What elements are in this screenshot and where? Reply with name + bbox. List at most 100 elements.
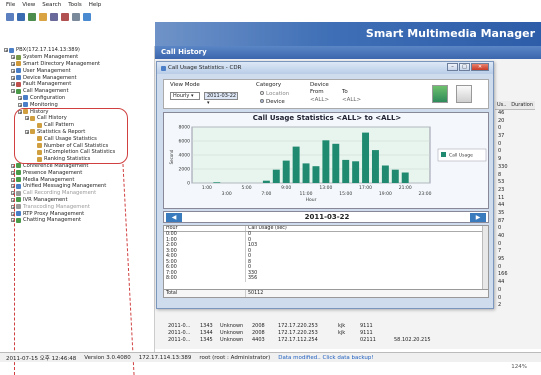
- duration-cell: 0: [498, 140, 502, 147]
- minimize-button[interactable]: –: [447, 63, 458, 71]
- menu-item-tools[interactable]: Tools: [68, 2, 82, 8]
- report-icon[interactable]: [61, 13, 69, 21]
- x-tick-label: 19:00: [379, 191, 392, 197]
- bar: [282, 160, 290, 183]
- table-cell: 9111: [360, 329, 373, 336]
- tree-item[interactable]: + Device Management: [0, 74, 154, 81]
- duration-cell: 330: [498, 163, 508, 170]
- duration-cell: 0: [498, 240, 502, 247]
- x-tick-label: 3:00: [222, 191, 232, 197]
- duration-cell: 11: [498, 194, 505, 201]
- open-icon[interactable]: [6, 13, 14, 21]
- bar: [302, 163, 310, 183]
- expand-toggle-icon[interactable]: +: [11, 55, 15, 60]
- help-icon[interactable]: [83, 13, 91, 21]
- next-date-button[interactable]: ▶: [470, 213, 486, 222]
- folder-icon: [23, 102, 28, 108]
- tree-item[interactable]: + System Management: [0, 54, 154, 61]
- tree-item[interactable]: + Call Management: [0, 88, 154, 95]
- menu-item-view[interactable]: View: [22, 2, 35, 8]
- bar: [272, 169, 280, 183]
- duration-cell: 166: [498, 271, 508, 278]
- tree-item[interactable]: + User Management: [0, 67, 154, 74]
- tree-item-label: Smart Directory Management: [23, 60, 101, 67]
- tree-item[interactable]: + Fault Management: [0, 81, 154, 88]
- tree-item-label: Monitoring: [30, 101, 58, 108]
- duration-column: Us.. Duration 46 20 0 37 0 0 9 330 8 53 23 11 44 35 87…: [495, 101, 535, 310]
- from-field[interactable]: <ALL>: [310, 97, 329, 103]
- maximize-button[interactable]: □: [459, 63, 470, 71]
- status-note[interactable]: Data modified.. Click data backup!: [278, 355, 373, 361]
- app-title-banner: Smart Multimedia Manager: [155, 22, 541, 46]
- save-icon[interactable]: [17, 13, 25, 21]
- tree-item[interactable]: + Unified Messaging Management: [0, 183, 154, 190]
- settings-icon[interactable]: [72, 13, 80, 21]
- search-icon[interactable]: [50, 13, 58, 21]
- tree-item[interactable]: + RTP Proxy Management: [0, 210, 154, 217]
- expand-toggle-icon[interactable]: +: [11, 68, 15, 73]
- expand-toggle-icon[interactable]: +: [11, 89, 15, 94]
- expand-toggle-icon[interactable]: +: [18, 102, 22, 107]
- duration-cell: 2: [498, 302, 502, 309]
- expand-toggle-icon[interactable]: +: [4, 48, 8, 53]
- menu-item-help[interactable]: Help: [89, 2, 102, 8]
- usage-table: Hour Call Usage (sec) 0:00 0 1:00 0 2:00 103 3…: [163, 225, 489, 298]
- duration-cell: 44: [498, 279, 505, 286]
- table-cell: 1345: [200, 336, 213, 343]
- print-report-button[interactable]: [456, 85, 472, 103]
- table-scrollbar[interactable]: [482, 226, 488, 290]
- tree-item[interactable]: + Presence Management: [0, 169, 154, 176]
- bar: [213, 182, 221, 183]
- column-header-duration[interactable]: Duration: [511, 102, 533, 108]
- table-row[interactable]: 8:00 356: [164, 276, 488, 282]
- table-row[interactable]: 2011-0... 1345 Unknown 4403 172.17.112.254 02…: [168, 336, 498, 343]
- menu-item-search[interactable]: Search: [42, 2, 61, 8]
- y-tick-label: 2000: [179, 167, 191, 173]
- close-button[interactable]: ✕: [471, 63, 489, 71]
- highlight-outline: [14, 108, 128, 164]
- column-header-usage[interactable]: Call Usage (sec): [246, 226, 472, 231]
- usage-cell: 356: [248, 276, 258, 281]
- tree-item-label: Call Management: [23, 88, 69, 95]
- y-tick-label: 6000: [179, 139, 191, 145]
- tree-item[interactable]: + Transcoding Management: [0, 203, 154, 210]
- refresh-icon[interactable]: [28, 13, 36, 21]
- tree-item[interactable]: + Chatting Management: [0, 217, 154, 224]
- table-row[interactable]: 2011-0... 1344 Unknown 2008 172.17.220.253 kj…: [168, 329, 498, 336]
- tree-item[interactable]: + PBX(172.17.114.13:389): [0, 47, 154, 54]
- date-navigator: ◀ 2011-03-22 ▶: [163, 211, 489, 223]
- zoom-level[interactable]: 124%: [511, 364, 527, 370]
- export-excel-button[interactable]: [432, 85, 448, 103]
- table-row[interactable]: 2011-0... 1343 Unknown 2008 172.17.220.253 kj…: [168, 322, 498, 329]
- tree-item[interactable]: + Smart Directory Management: [0, 61, 154, 68]
- device-radio[interactable]: Device: [260, 99, 285, 105]
- x-tick-label: 9:00: [281, 185, 291, 191]
- folder-icon: [16, 88, 21, 94]
- tree-item[interactable]: + Configuration: [0, 95, 154, 102]
- tree-item[interactable]: + Call Recording Management: [0, 190, 154, 197]
- tree-item[interactable]: + Media Management: [0, 176, 154, 183]
- expand-toggle-icon[interactable]: +: [11, 75, 15, 80]
- expand-toggle-icon[interactable]: +: [11, 82, 15, 87]
- location-radio[interactable]: Location: [260, 91, 289, 97]
- date-picker[interactable]: 2011-03-22 ▾: [204, 92, 238, 106]
- tree-item-label: Chatting Management: [23, 217, 81, 224]
- to-field[interactable]: <ALL>: [342, 97, 361, 103]
- folder-icon: [16, 197, 21, 203]
- duration-cell: 53: [498, 179, 505, 186]
- dialog-title-bar: Call Usage Statistics - CDR: [157, 62, 493, 74]
- expand-toggle-icon[interactable]: +: [18, 95, 22, 100]
- expand-toggle-icon[interactable]: +: [11, 61, 15, 66]
- view-mode-select[interactable]: Hourly ▾: [170, 92, 200, 100]
- chart-icon: [161, 65, 166, 71]
- x-tick-label: 17:00: [359, 185, 372, 191]
- table-cell: 2008: [252, 322, 265, 329]
- tree-item[interactable]: + IVR Management: [0, 197, 154, 204]
- radio-selected-icon: [260, 99, 264, 103]
- user-icon[interactable]: [39, 13, 47, 21]
- menu-item-file[interactable]: File: [6, 2, 15, 8]
- tree-item-label: Fault Management: [23, 81, 72, 88]
- column-header-us[interactable]: Us..: [497, 102, 506, 108]
- column-header-hour[interactable]: Hour: [164, 226, 246, 231]
- folder-icon: [9, 47, 14, 53]
